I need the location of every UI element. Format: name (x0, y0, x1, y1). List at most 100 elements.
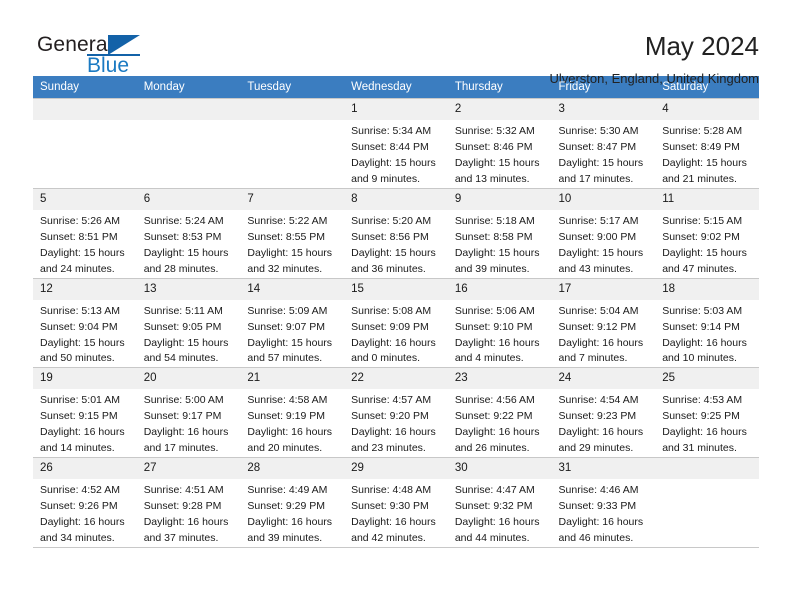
day-cell[interactable]: 6 Sunrise: 5:24 AM Sunset: 8:53 PM Dayli… (136, 187, 241, 279)
day-cell[interactable]: 4 Sunrise: 5:28 AM Sunset: 8:49 PM Dayli… (655, 98, 759, 189)
day-details: Sunrise: 4:46 AM Sunset: 9:33 PM Dayligh… (552, 479, 656, 547)
day-number: 22 (344, 368, 448, 390)
day-cell[interactable]: 10 Sunrise: 5:17 AM Sunset: 9:00 PM Dayl… (551, 187, 656, 279)
day-cell[interactable]: 1 Sunrise: 5:34 AM Sunset: 8:44 PM Dayli… (344, 98, 448, 189)
sunset-text: Sunset: 9:15 PM (40, 410, 118, 423)
day-cell[interactable]: 28 Sunrise: 4:49 AM Sunset: 9:29 PM Dayl… (240, 457, 345, 549)
sunset-text: Sunset: 8:49 PM (662, 140, 740, 153)
day-cell-empty (136, 98, 241, 189)
day-cell[interactable]: 18 Sunrise: 5:03 AM Sunset: 9:14 PM Dayl… (655, 277, 759, 369)
sunrise-text: Sunrise: 5:01 AM (40, 394, 120, 407)
daylight-text: Daylight: 15 hours and 50 minutes. (40, 336, 125, 365)
day-details: Sunrise: 4:47 AM Sunset: 9:32 PM Dayligh… (448, 479, 552, 547)
day-cell-empty (33, 98, 137, 189)
daylight-text: Daylight: 16 hours and 17 minutes. (143, 426, 229, 455)
day-details: Sunrise: 4:49 AM Sunset: 9:29 PM Dayligh… (240, 479, 344, 547)
day-details: Sunrise: 5:06 AM Sunset: 9:10 PM Dayligh… (448, 300, 552, 368)
day-cell[interactable]: 13 Sunrise: 5:11 AM Sunset: 9:05 PM Dayl… (136, 277, 241, 369)
day-cell[interactable]: 8 Sunrise: 5:20 AM Sunset: 8:56 PM Dayli… (344, 187, 448, 279)
day-cell[interactable]: 3 Sunrise: 5:30 AM Sunset: 8:47 PM Dayli… (551, 98, 656, 189)
sunset-text: Sunset: 9:04 PM (40, 320, 118, 333)
sunset-text: Sunset: 8:44 PM (351, 140, 429, 153)
day-details: Sunrise: 5:11 AM Sunset: 9:05 PM Dayligh… (137, 300, 241, 368)
sunrise-text: Sunrise: 4:49 AM (247, 484, 328, 497)
day-number (136, 99, 241, 120)
day-cell[interactable]: 5 Sunrise: 5:26 AM Sunset: 8:51 PM Dayli… (33, 187, 137, 279)
general-blue-logo[interactable]: General Blue (33, 30, 163, 86)
day-cell[interactable]: 23 Sunrise: 4:56 AM Sunset: 9:22 PM Dayl… (447, 367, 552, 459)
day-details: Sunrise: 4:56 AM Sunset: 9:22 PM Dayligh… (448, 389, 552, 457)
sunrise-text: Sunrise: 5:20 AM (351, 214, 432, 227)
calendar-week-row: 12 Sunrise: 5:13 AM Sunset: 9:04 PM Dayl… (33, 277, 759, 369)
day-details: Sunrise: 4:48 AM Sunset: 9:30 PM Dayligh… (344, 479, 448, 547)
sunrise-text: Sunrise: 5:15 AM (662, 214, 743, 227)
daylight-text: Daylight: 16 hours and 26 minutes. (454, 426, 540, 455)
calendar-week-row: 1 Sunrise: 5:34 AM Sunset: 8:44 PM Dayli… (33, 98, 759, 189)
day-details: Sunrise: 5:30 AM Sunset: 8:47 PM Dayligh… (552, 120, 656, 188)
day-number: 31 (551, 458, 656, 480)
day-number: 6 (136, 188, 241, 210)
sunset-text: Sunset: 9:23 PM (558, 410, 637, 423)
sunset-text: Sunset: 9:20 PM (351, 410, 429, 423)
day-details: Sunrise: 4:53 AM Sunset: 9:25 PM Dayligh… (655, 389, 759, 457)
sunset-text: Sunset: 9:26 PM (40, 500, 118, 513)
sunset-text: Sunset: 8:55 PM (247, 230, 326, 243)
sunset-text: Sunset: 9:30 PM (351, 500, 429, 513)
day-details: Sunrise: 5:00 AM Sunset: 9:17 PM Dayligh… (137, 389, 241, 457)
day-number: 1 (344, 99, 448, 120)
sunrise-text: Sunrise: 5:03 AM (662, 304, 743, 317)
day-details: Sunrise: 4:58 AM Sunset: 9:19 PM Dayligh… (240, 389, 344, 457)
daylight-text: Daylight: 16 hours and 14 minutes. (40, 426, 125, 455)
day-cell[interactable]: 15 Sunrise: 5:08 AM Sunset: 9:09 PM Dayl… (344, 277, 448, 369)
day-cell[interactable]: 7 Sunrise: 5:22 AM Sunset: 8:55 PM Dayli… (240, 187, 345, 279)
day-details: Sunrise: 5:03 AM Sunset: 9:14 PM Dayligh… (655, 300, 759, 368)
sunrise-text: Sunrise: 4:57 AM (351, 394, 432, 407)
sunrise-text: Sunrise: 5:17 AM (558, 214, 639, 227)
sunset-text: Sunset: 8:51 PM (40, 230, 118, 243)
day-cell[interactable]: 19 Sunrise: 5:01 AM Sunset: 9:15 PM Dayl… (33, 367, 137, 459)
day-cell[interactable]: 17 Sunrise: 5:04 AM Sunset: 9:12 PM Dayl… (551, 277, 656, 369)
day-cell[interactable]: 11 Sunrise: 5:15 AM Sunset: 9:02 PM Dayl… (655, 187, 759, 279)
day-cell[interactable]: 20 Sunrise: 5:00 AM Sunset: 9:17 PM Dayl… (136, 367, 241, 459)
sunrise-text: Sunrise: 5:28 AM (662, 125, 743, 137)
day-cell[interactable]: 12 Sunrise: 5:13 AM Sunset: 9:04 PM Dayl… (33, 277, 137, 369)
day-cell[interactable]: 22 Sunrise: 4:57 AM Sunset: 9:20 PM Dayl… (344, 367, 448, 459)
daylight-text: Daylight: 16 hours and 37 minutes. (143, 516, 229, 545)
day-number: 16 (447, 278, 552, 300)
daylight-text: Daylight: 16 hours and 44 minutes. (454, 516, 540, 545)
day-details: Sunrise: 5:04 AM Sunset: 9:12 PM Dayligh… (552, 300, 656, 368)
day-cell[interactable]: 16 Sunrise: 5:06 AM Sunset: 9:10 PM Dayl… (447, 277, 552, 369)
sunrise-text: Sunrise: 5:00 AM (143, 394, 224, 407)
daylight-text: Daylight: 15 hours and 57 minutes. (247, 336, 333, 365)
day-cell[interactable]: 9 Sunrise: 5:18 AM Sunset: 8:58 PM Dayli… (447, 187, 552, 279)
sunset-text: Sunset: 9:33 PM (558, 500, 637, 513)
triangle-logo-icon (108, 35, 140, 55)
day-cell[interactable]: 14 Sunrise: 5:09 AM Sunset: 9:07 PM Dayl… (240, 277, 345, 369)
sunrise-text: Sunrise: 4:53 AM (662, 394, 743, 407)
day-details: Sunrise: 5:24 AM Sunset: 8:53 PM Dayligh… (137, 210, 241, 278)
day-cell[interactable]: 26 Sunrise: 4:52 AM Sunset: 9:26 PM Dayl… (33, 457, 137, 549)
day-number: 26 (33, 458, 137, 480)
day-details: Sunrise: 5:32 AM Sunset: 8:46 PM Dayligh… (448, 120, 552, 188)
day-number: 3 (551, 99, 656, 120)
day-number: 12 (33, 278, 137, 300)
day-cell[interactable]: 25 Sunrise: 4:53 AM Sunset: 9:25 PM Dayl… (655, 367, 759, 459)
daylight-text: Daylight: 16 hours and 0 minutes. (351, 336, 436, 365)
sunset-text: Sunset: 9:19 PM (247, 410, 326, 423)
day-cell[interactable]: 30 Sunrise: 4:47 AM Sunset: 9:32 PM Dayl… (447, 457, 552, 549)
day-cell[interactable]: 2 Sunrise: 5:32 AM Sunset: 8:46 PM Dayli… (447, 98, 552, 189)
calendar-body: 1 Sunrise: 5:34 AM Sunset: 8:44 PM Dayli… (33, 98, 759, 549)
day-details: Sunrise: 5:18 AM Sunset: 8:58 PM Dayligh… (448, 210, 552, 278)
sunset-text: Sunset: 9:05 PM (143, 320, 222, 333)
day-cell[interactable]: 27 Sunrise: 4:51 AM Sunset: 9:28 PM Dayl… (136, 457, 241, 549)
sunrise-text: Sunrise: 5:18 AM (454, 214, 535, 227)
sunset-text: Sunset: 9:10 PM (454, 320, 533, 333)
day-cell[interactable]: 29 Sunrise: 4:48 AM Sunset: 9:30 PM Dayl… (344, 457, 448, 549)
sunrise-text: Sunrise: 4:46 AM (558, 484, 639, 497)
day-cell[interactable]: 24 Sunrise: 4:54 AM Sunset: 9:23 PM Dayl… (551, 367, 656, 459)
brand-name-blue: Blue (87, 54, 130, 77)
day-cell[interactable]: 31 Sunrise: 4:46 AM Sunset: 9:33 PM Dayl… (551, 457, 656, 549)
day-number: 18 (655, 278, 759, 300)
sunset-text: Sunset: 9:07 PM (247, 320, 326, 333)
day-cell[interactable]: 21 Sunrise: 4:58 AM Sunset: 9:19 PM Dayl… (240, 367, 345, 459)
